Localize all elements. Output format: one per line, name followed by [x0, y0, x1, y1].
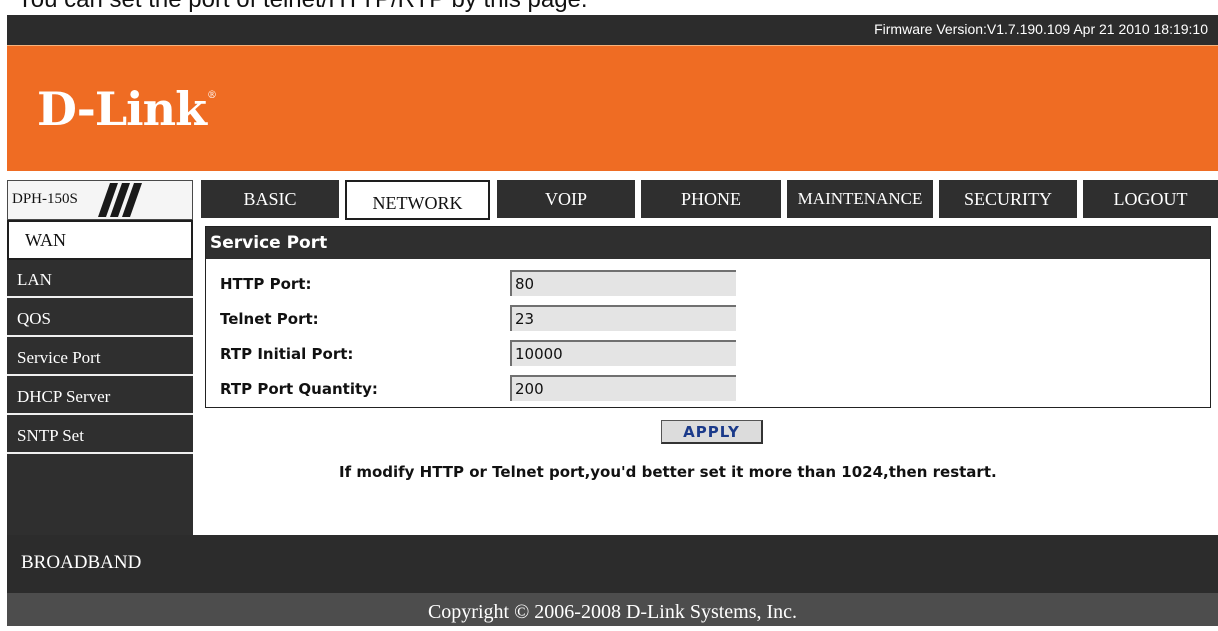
port-restart-note: If modify HTTP or Telnet port,you'd bett… — [339, 463, 997, 481]
copyright-footer: Copyright © 2006-2008 D-Link Systems, In… — [7, 593, 1218, 626]
sidebar-item-lan[interactable]: LAN — [7, 262, 193, 298]
rtp-port-quantity-input[interactable] — [510, 375, 736, 401]
sidebar-item-dhcp-server[interactable]: DHCP Server — [7, 379, 193, 415]
tab-maintenance[interactable]: MAINTENANCE — [787, 180, 933, 218]
dlink-logo: D-Link® — [37, 82, 217, 136]
http-port-row: HTTP Port: — [206, 266, 1210, 300]
rtp-initial-port-label: RTP Initial Port: — [220, 345, 354, 363]
firmware-version: Firmware Version:V1.7.190.109 Apr 21 201… — [874, 21, 1208, 37]
service-port-panel: Service Port HTTP Port: Telnet Port: RTP… — [205, 226, 1211, 408]
rtp-port-quantity-label: RTP Port Quantity: — [220, 380, 378, 398]
telnet-port-label: Telnet Port: — [220, 310, 319, 328]
main-content: Service Port HTTP Port: Telnet Port: RTP… — [193, 220, 1218, 535]
logo-text: D-Link — [37, 82, 207, 136]
firmware-bar: Firmware Version:V1.7.190.109 Apr 21 201… — [7, 15, 1218, 45]
tab-voip[interactable]: VOIP — [497, 180, 635, 218]
sidebar: WAN LAN QOS Service Port DHCP Server SNT… — [7, 220, 193, 535]
http-port-input[interactable] — [510, 270, 736, 296]
telnet-port-input[interactable] — [510, 305, 736, 331]
telnet-port-row: Telnet Port: — [206, 301, 1210, 335]
tab-basic[interactable]: BASIC — [201, 180, 339, 218]
rtp-initial-port-row: RTP Initial Port: — [206, 336, 1210, 370]
model-name: DPH-150S — [12, 191, 78, 207]
tab-phone[interactable]: PHONE — [641, 180, 781, 218]
trademark-mark: ® — [206, 90, 217, 101]
page-caption: You can set the port of telnet/HTTP/RTP … — [17, 0, 588, 14]
tab-logout[interactable]: LOGOUT — [1083, 180, 1218, 218]
top-navigation: BASIC NETWORK VOIP PHONE MAINTENANCE SEC… — [193, 180, 1218, 220]
apply-button[interactable]: APPLY — [661, 420, 763, 444]
sidebar-item-sntp-set[interactable]: SNTP Set — [7, 418, 193, 454]
broadband-bar: BROADBAND — [7, 535, 1218, 593]
tab-security[interactable]: SECURITY — [939, 180, 1077, 218]
slash-graphic-icon — [98, 183, 142, 217]
tab-network[interactable]: NETWORK — [345, 180, 490, 220]
model-badge: DPH-150S — [7, 180, 193, 220]
panel-title: Service Port — [206, 227, 1210, 259]
brand-header: D-Link® — [7, 45, 1218, 172]
sidebar-item-wan[interactable]: WAN — [7, 220, 193, 260]
rtp-port-quantity-row: RTP Port Quantity: — [206, 371, 1210, 405]
sidebar-item-service-port[interactable]: Service Port — [7, 340, 193, 376]
http-port-label: HTTP Port: — [220, 275, 312, 293]
sidebar-item-qos[interactable]: QOS — [7, 301, 193, 337]
broadband-label: BROADBAND — [21, 552, 142, 573]
rtp-initial-port-input[interactable] — [510, 340, 736, 366]
header-gap — [7, 171, 1218, 180]
